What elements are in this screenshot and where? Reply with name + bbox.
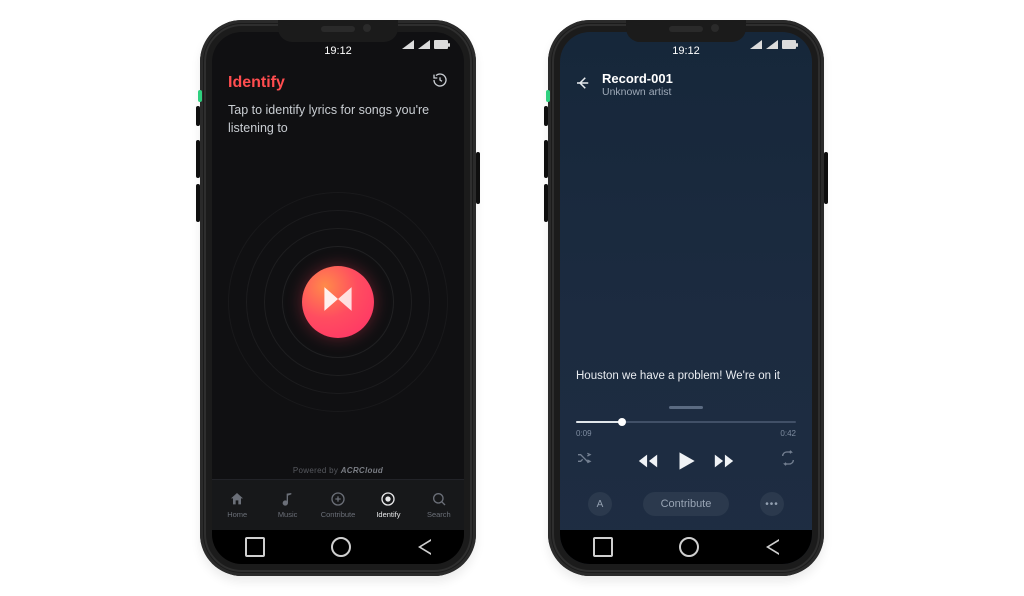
repeat-icon[interactable] (780, 450, 796, 466)
nav-label: Home (227, 510, 247, 519)
nav-label: Search (427, 510, 451, 519)
phone-notch (626, 20, 746, 42)
battery-icon (434, 40, 448, 49)
musixmatch-logo-icon (321, 282, 355, 321)
phone-volume-up (544, 140, 548, 178)
nav-music[interactable]: Music (262, 480, 312, 530)
nav-search[interactable]: Search (414, 480, 464, 530)
back-button[interactable] (766, 539, 779, 555)
signal-icon-2 (766, 40, 778, 49)
android-nav-bar (560, 530, 812, 564)
phone-volume-down (196, 184, 200, 222)
status-time: 19:12 (672, 45, 700, 57)
home-button[interactable] (679, 537, 699, 557)
phone-side-indicator (546, 90, 550, 102)
more-options-button[interactable]: ••• (760, 492, 784, 516)
nav-label: Music (278, 510, 298, 519)
bottom-nav: Home Music Contribute Identify Search (212, 479, 464, 530)
history-icon[interactable] (432, 72, 448, 93)
play-button[interactable] (673, 448, 699, 474)
screen-identify: 19:12 Identify Tap to identify lyrics fo… (212, 32, 464, 564)
nav-identify[interactable]: Identify (363, 480, 413, 530)
signal-icon-2 (418, 40, 430, 49)
phone-notch (278, 20, 398, 42)
previous-button[interactable] (637, 450, 659, 472)
signal-icon (402, 40, 414, 49)
recent-apps-button[interactable] (593, 537, 613, 557)
status-time: 19:12 (324, 45, 352, 57)
track-title: Record-001 (602, 72, 673, 86)
powered-by-label: Powered by ACRCloud (212, 466, 464, 479)
phone-volume-up (196, 140, 200, 178)
page-title: Identify (228, 74, 285, 92)
phone-mute-switch (544, 106, 548, 126)
battery-icon (782, 40, 796, 49)
home-button[interactable] (331, 537, 351, 557)
recent-apps-button[interactable] (245, 537, 265, 557)
contribute-label: Contribute (661, 498, 712, 510)
next-button[interactable] (713, 450, 735, 472)
lyrics-error-message: Houston we have a problem! We're on it (574, 370, 798, 406)
phone-power-button (824, 152, 828, 204)
nav-label: Identify (376, 510, 400, 519)
phone-mockup-right: 19:12 Record-001 Unknown artist Houston … (548, 20, 824, 576)
screen-player: 19:12 Record-001 Unknown artist Houston … (560, 32, 812, 564)
phone-mute-switch (196, 106, 200, 126)
back-button[interactable] (418, 539, 431, 555)
phone-power-button (476, 152, 480, 204)
phone-mockup-left: 19:12 Identify Tap to identify lyrics fo… (200, 20, 476, 576)
artist-name: Unknown artist (602, 86, 673, 98)
time-elapsed: 0:09 (576, 429, 592, 438)
page-subtitle: Tap to identify lyrics for songs you're … (212, 97, 464, 137)
phone-side-indicator (198, 90, 202, 102)
font-size-button[interactable]: A (588, 492, 612, 516)
nav-label: Contribute (321, 510, 356, 519)
time-total: 0:42 (780, 429, 796, 438)
contribute-button[interactable]: Contribute (643, 492, 730, 516)
nav-contribute[interactable]: Contribute (313, 480, 363, 530)
signal-icon (750, 40, 762, 49)
font-size-label: A (597, 499, 604, 510)
back-icon[interactable] (574, 74, 592, 97)
more-options-label: ••• (765, 499, 779, 510)
android-nav-bar (212, 530, 464, 564)
drag-handle[interactable] (669, 406, 703, 409)
shuffle-icon[interactable] (576, 450, 592, 466)
nav-home[interactable]: Home (212, 480, 262, 530)
progress-slider[interactable] (576, 419, 796, 425)
phone-volume-down (544, 184, 548, 222)
